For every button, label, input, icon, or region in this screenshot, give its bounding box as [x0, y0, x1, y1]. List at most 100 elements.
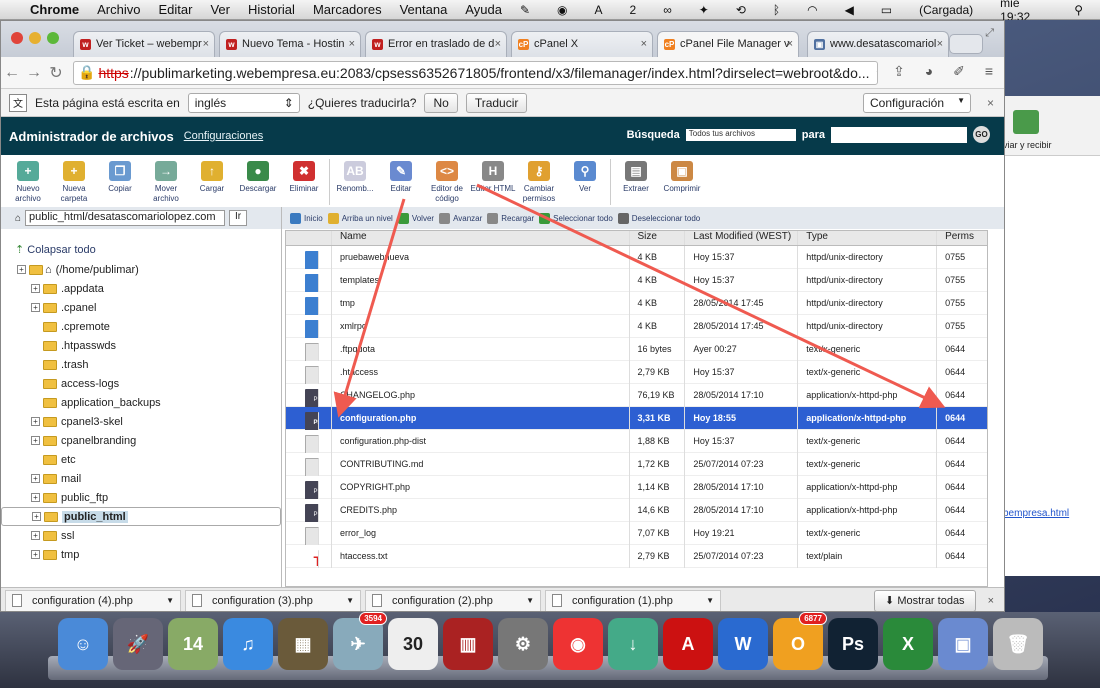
tab-2[interactable]: w Error en traslado de d × [365, 31, 507, 57]
tab-4[interactable]: cP cPanel File Manager v × [657, 31, 799, 57]
word-icon[interactable]: W [718, 618, 768, 670]
translate-button[interactable]: Traducir [465, 92, 528, 113]
pen-icon[interactable]: ✎ [511, 3, 539, 17]
forward-arrow-icon[interactable]: → [23, 64, 45, 82]
translate-config-select[interactable]: Configuración ▼ [862, 92, 971, 113]
tree-item[interactable]: + ⌂ (/home/publimar) [1, 260, 281, 279]
table-row[interactable]: PHP configuration.php3,31 KBHoy 18:55appl… [286, 406, 987, 430]
toolbar-editor-html-button[interactable]: H Editor HTML [470, 155, 516, 194]
expand-icon[interactable]: + [31, 531, 40, 540]
creative-cloud-icon[interactable]: ∞ [654, 3, 681, 17]
table-row[interactable]: PHP CHANGELOG.php76,19 KB28/05/2014 17:10… [286, 383, 987, 407]
volume-icon[interactable]: ◀ [836, 3, 863, 17]
outlook-icon[interactable]: O 6877 [773, 612, 827, 670]
search-go-button[interactable]: GO [973, 126, 990, 143]
go-path-button[interactable]: Ir [229, 210, 248, 226]
nav-arriba-un-nivel[interactable]: Arriba un nivel [327, 212, 393, 224]
toolbar-descargar-button[interactable]: ● Descargar [235, 155, 281, 194]
itunes-icon[interactable]: ♫ [223, 618, 273, 670]
search-input[interactable] [831, 126, 967, 143]
expand-icon[interactable]: + [31, 303, 40, 312]
settings-link[interactable]: Configuraciones [184, 130, 264, 142]
new-tab-button[interactable] [949, 34, 983, 54]
download-menu-arrow-icon[interactable]: ▼ [706, 596, 720, 605]
toolbar-mover-archivo-button[interactable]: → Mover archivo [143, 155, 189, 204]
column-header-name[interactable]: Name [332, 231, 630, 245]
table-row[interactable]: PHP COPYRIGHT.php1,14 KB28/05/2014 17:10a… [286, 475, 987, 499]
table-row[interactable]: .ftpquota 16 bytes Ayer 00:27 text/x-generi… [286, 337, 987, 361]
battery-icon[interactable]: ▭ [872, 3, 901, 17]
spotlight-icon[interactable]: ⚲ [1065, 3, 1092, 17]
finder-icon[interactable]: ☺ [58, 618, 108, 670]
download-item[interactable]: configuration (2).php ▼ [365, 589, 541, 611]
calendar-icon[interactable]: 30 [388, 618, 438, 670]
menu-app-name[interactable]: Chrome [21, 2, 88, 17]
time-machine-icon[interactable]: ⟲ [727, 3, 755, 17]
acrobat-icon[interactable]: A [663, 618, 713, 670]
toolbar-nuevo-archivo-button[interactable]: + Nuevo archivo [5, 155, 51, 204]
iphoto-icon[interactable]: ▦ [278, 618, 328, 670]
toolbar-copiar-button[interactable]: ❐ Copiar [97, 155, 143, 194]
expand-icon[interactable]: + [31, 436, 40, 445]
download-menu-arrow-icon[interactable]: ▼ [526, 596, 540, 605]
download-item[interactable]: configuration (4).php ▼ [5, 589, 181, 611]
back-arrow-icon[interactable]: ← [1, 64, 23, 82]
column-header-size[interactable]: Size [630, 231, 686, 245]
tab-close-icon[interactable]: × [787, 38, 793, 50]
column-header-type[interactable]: Type [798, 231, 938, 245]
menu-historial[interactable]: Historial [239, 2, 304, 17]
tree-item[interactable]: application_backups [1, 393, 281, 412]
tree-item[interactable]: + .cpanel [1, 298, 281, 317]
nav-volver[interactable]: Volver [397, 212, 434, 224]
column-header-perms[interactable]: Perms [937, 231, 987, 245]
tab-close-icon[interactable]: × [495, 38, 501, 50]
wifi-icon[interactable]: ◠ [798, 3, 826, 17]
chrome-icon[interactable]: ◉ [553, 618, 603, 670]
tab-close-icon[interactable]: × [349, 38, 355, 50]
tab-5[interactable]: ▣ www.desatascomariol × [807, 31, 949, 57]
tab-0[interactable]: w Ver Ticket – webempr × [73, 31, 215, 57]
expand-icon[interactable]: + [31, 474, 40, 483]
toolbar-cargar-button[interactable]: ↑ Cargar [189, 155, 235, 194]
photoshop-icon[interactable]: Ps [828, 618, 878, 670]
no-translate-button[interactable]: No [424, 92, 458, 113]
launchpad-icon[interactable]: 🚀 [113, 618, 163, 670]
toolbar-cambiar-permisos-button[interactable]: ⚷ Cambiar permisos [516, 155, 562, 204]
tree-item[interactable]: + cpanel3-skel [1, 412, 281, 431]
language-select[interactable]: inglés ⇕ [187, 92, 300, 113]
photo-booth-icon[interactable]: ▥ [443, 618, 493, 670]
tree-item[interactable]: + ssl [1, 526, 281, 545]
expand-icon[interactable]: + [31, 493, 40, 502]
close-downloads-icon[interactable]: × [988, 595, 994, 607]
search-scope-select[interactable]: Todos tus archivos [685, 128, 796, 141]
menu-editar[interactable]: Editar [149, 2, 201, 17]
column-header-last-modified-west-[interactable]: Last Modified (WEST) [685, 231, 799, 245]
expand-icon[interactable]: + [31, 417, 40, 426]
time-machine-icon[interactable]: 14 [168, 618, 218, 670]
minimize-window-button[interactable] [29, 32, 41, 44]
table-row[interactable]: tmp 4 KB 28/05/2014 17:45 httpd/unix-direct… [286, 291, 987, 315]
download-menu-arrow-icon[interactable]: ▼ [166, 596, 180, 605]
address-bar[interactable]: 🔒 https ://publimarketing.webempresa.eu:… [73, 60, 878, 85]
tree-item[interactable]: + mail [1, 469, 281, 488]
table-row[interactable]: .htaccess 2,79 KB Hoy 15:37 text/x-generic 0… [286, 360, 987, 384]
system-preferences-icon[interactable]: ⚙ [498, 618, 548, 670]
bookmark-star-icon[interactable]: ☆ [870, 64, 877, 82]
toolbar-editor-de-c-digo-button[interactable]: <> Editor de código [424, 155, 470, 204]
download-menu-arrow-icon[interactable]: ▼ [346, 596, 360, 605]
bluetooth-icon[interactable]: ᛒ [764, 3, 789, 17]
tree-item[interactable]: + cpanelbranding [1, 431, 281, 450]
excel-icon[interactable]: X [883, 618, 933, 670]
menu-ayuda[interactable]: Ayuda [456, 2, 511, 17]
download-item[interactable]: configuration (3).php ▼ [185, 589, 361, 611]
mail-icon[interactable]: ✈ 3594 [333, 612, 387, 670]
dropbox-icon[interactable]: ✦ [690, 3, 718, 17]
fullscreen-icon[interactable]: ⤢ [985, 27, 994, 40]
tab-close-icon[interactable]: × [203, 38, 209, 50]
expand-icon[interactable]: + [31, 284, 40, 293]
tree-item[interactable]: etc [1, 450, 281, 469]
tree-item[interactable]: access-logs [1, 374, 281, 393]
path-input[interactable]: public_html/desatascomariolopez.com [25, 210, 226, 226]
downloads-icon[interactable]: ↓ [608, 618, 658, 670]
table-row[interactable]: configuration.php-dist 1,88 KB Hoy 15:37 te… [286, 429, 987, 453]
